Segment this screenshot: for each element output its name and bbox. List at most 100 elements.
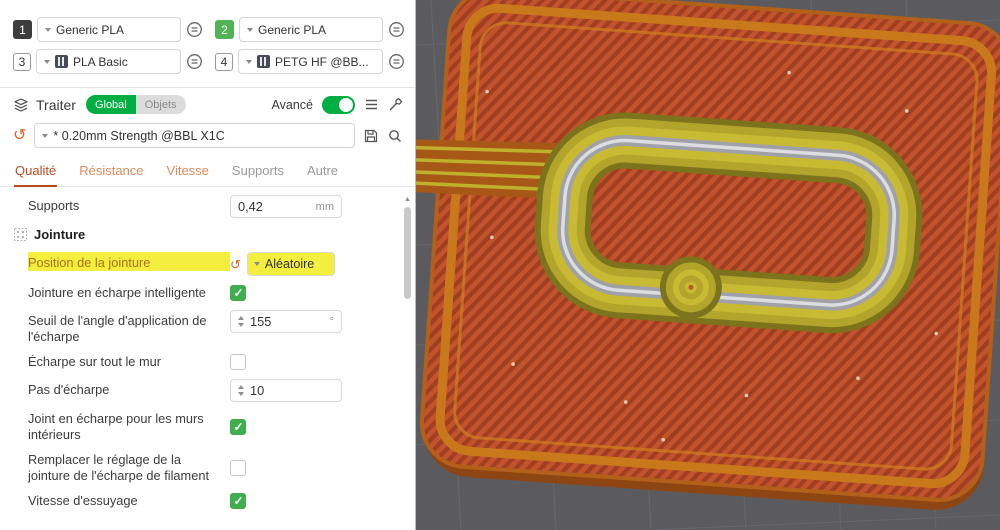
section-title: Jointure — [34, 227, 86, 242]
settings-tabs: Qualité Résistance Vitesse Supports Autr… — [0, 157, 415, 187]
setting-label: Vitesse d'essuyage — [28, 493, 138, 508]
list-icon[interactable] — [364, 97, 379, 112]
wrench-icon[interactable] — [388, 97, 403, 112]
setting-label: Jointure en écharpe intelligente — [28, 285, 206, 300]
reset-setting-icon[interactable]: ↺ — [230, 258, 241, 271]
slicer-app: 1 Generic PLA 2 Generic PLA 3 PLA Basic … — [0, 0, 1000, 530]
filament-slot-1: 1 Generic PLA — [13, 17, 203, 42]
scarf-angle-spinner[interactable]: ° — [230, 310, 342, 333]
spinner-arrows-icon[interactable] — [238, 316, 244, 327]
search-icon[interactable] — [387, 128, 403, 144]
filament-name: Generic PLA — [56, 22, 125, 37]
filament-combo[interactable]: PETG HF @BB... — [238, 49, 383, 74]
scarf-angle-input[interactable] — [250, 314, 326, 329]
process-bar: Traiter Global Objets Avancé — [0, 88, 415, 120]
tab-vitesse[interactable]: Vitesse — [166, 159, 210, 187]
setting-label: Supports — [28, 198, 80, 213]
scope-objects-pill[interactable]: Objets — [135, 95, 186, 114]
scarf-entire-wall-checkbox[interactable] — [230, 354, 246, 370]
setting-row-scarf-steps: Pas d'écharpe — [28, 379, 391, 402]
filament-name: PETG HF @BB... — [275, 54, 369, 69]
supports-value-input[interactable] — [238, 199, 312, 214]
filament-slot-number[interactable]: 3 — [13, 52, 31, 71]
seam-section-icon — [14, 228, 27, 241]
scarf-steps-spinner[interactable] — [230, 379, 342, 402]
filament-settings-icon[interactable] — [388, 21, 405, 38]
supports-input[interactable]: mm — [230, 195, 342, 218]
chevron-down-icon — [246, 59, 252, 64]
setting-label: Écharpe sur tout le mur — [28, 354, 162, 369]
setting-row-override-filament-scarf: Remplacer le réglage de la jointure de l… — [28, 452, 391, 484]
viewport-canvas — [416, 0, 1000, 530]
filament-spool-icon — [55, 55, 68, 68]
spinner-arrows-icon[interactable] — [238, 385, 244, 396]
override-filament-scarf-checkbox[interactable] — [230, 460, 246, 476]
preset-name: * 0.20mm Strength @BBL X1C — [53, 128, 225, 143]
setting-row-seam-position: Position de la jointure ↺ Aléatoire — [28, 252, 391, 276]
settings-panel: Supports mm Jointure Position de la join… — [0, 187, 415, 509]
filament-spool-icon — [257, 55, 270, 68]
section-header-jointure: Jointure — [14, 227, 391, 242]
filament-combo[interactable]: PLA Basic — [36, 49, 181, 74]
filament-slot-2: 2 Generic PLA — [215, 17, 405, 42]
reset-preset-icon[interactable]: ↺ — [13, 127, 26, 144]
filament-slot-number[interactable]: 1 — [13, 20, 32, 39]
filament-slot-number[interactable]: 4 — [215, 52, 233, 71]
setting-row-wipe-speed: Vitesse d'essuyage — [28, 493, 391, 509]
filament-combo[interactable]: Generic PLA — [37, 17, 181, 42]
tab-autre[interactable]: Autre — [306, 159, 339, 187]
scope-global-pill[interactable]: Global — [85, 95, 136, 114]
unit-label: mm — [315, 200, 334, 213]
advanced-toggle[interactable] — [322, 95, 355, 114]
filament-slot-number[interactable]: 2 — [215, 20, 234, 39]
scrollbar-thumb[interactable] — [404, 207, 411, 299]
filament-settings-icon[interactable] — [388, 53, 405, 70]
left-panel: 1 Generic PLA 2 Generic PLA 3 PLA Basic … — [0, 0, 416, 530]
filament-combo[interactable]: Generic PLA — [239, 17, 383, 42]
filament-section: 1 Generic PLA 2 Generic PLA 3 PLA Basic … — [0, 0, 415, 87]
scroll-up-icon[interactable]: ▲ — [402, 196, 413, 204]
filament-name: PLA Basic — [73, 54, 128, 69]
preset-row: ↺ * 0.20mm Strength @BBL X1C — [0, 120, 415, 157]
tab-resistance[interactable]: Résistance — [78, 159, 144, 187]
setting-label-highlighted: Position de la jointure — [28, 252, 230, 271]
process-layers-icon — [13, 97, 29, 113]
setting-row-scarf-inner-walls: Joint en écharpe pour les murs intérieur… — [28, 411, 391, 443]
scope-segmented-control: Global Objets — [85, 95, 186, 114]
viewport-3d[interactable] — [416, 0, 1000, 530]
filament-name: Generic PLA — [258, 22, 327, 37]
chevron-down-icon — [247, 27, 253, 32]
setting-row-scarf-angle: Seuil de l'angle d'application de l'écha… — [28, 310, 391, 345]
setting-row-supports: Supports mm — [28, 195, 391, 218]
process-title: Traiter — [36, 96, 76, 113]
chevron-down-icon — [45, 27, 51, 32]
smart-scarf-checkbox[interactable] — [230, 285, 246, 301]
chevron-down-icon — [42, 133, 49, 138]
seam-position-select[interactable]: Aléatoire — [246, 252, 335, 276]
chevron-down-icon — [253, 262, 260, 266]
preset-combo[interactable]: * 0.20mm Strength @BBL X1C — [34, 123, 355, 148]
wipe-speed-checkbox[interactable] — [230, 493, 246, 509]
filament-settings-icon[interactable] — [186, 53, 203, 70]
scarf-inner-walls-checkbox[interactable] — [230, 419, 246, 435]
save-icon[interactable] — [363, 128, 379, 144]
unit-label: ° — [329, 315, 334, 328]
setting-row-smart-scarf: Jointure en écharpe intelligente — [28, 285, 391, 301]
filament-slot-3: 3 PLA Basic — [13, 49, 203, 74]
scarf-steps-input[interactable] — [250, 383, 334, 398]
tab-qualite[interactable]: Qualité — [14, 159, 58, 187]
tab-supports[interactable]: Supports — [231, 159, 285, 187]
setting-row-scarf-entire-wall: Écharpe sur tout le mur — [28, 354, 391, 370]
filament-slot-4: 4 PETG HF @BB... — [215, 49, 405, 74]
chevron-down-icon — [44, 59, 50, 64]
setting-label: Pas d'écharpe — [28, 382, 110, 397]
setting-label: Joint en écharpe pour les murs intérieur… — [28, 411, 204, 442]
settings-scrollbar[interactable]: ▲ — [402, 196, 413, 530]
printed-model — [416, 0, 1000, 510]
filament-settings-icon[interactable] — [186, 21, 203, 38]
advanced-label: Avancé — [271, 97, 313, 112]
seam-position-value: Aléatoire — [264, 257, 315, 271]
setting-label: Remplacer le réglage de la jointure de l… — [28, 452, 209, 483]
setting-label: Seuil de l'angle d'application de l'écha… — [28, 313, 207, 344]
toggle-knob — [339, 97, 353, 112]
